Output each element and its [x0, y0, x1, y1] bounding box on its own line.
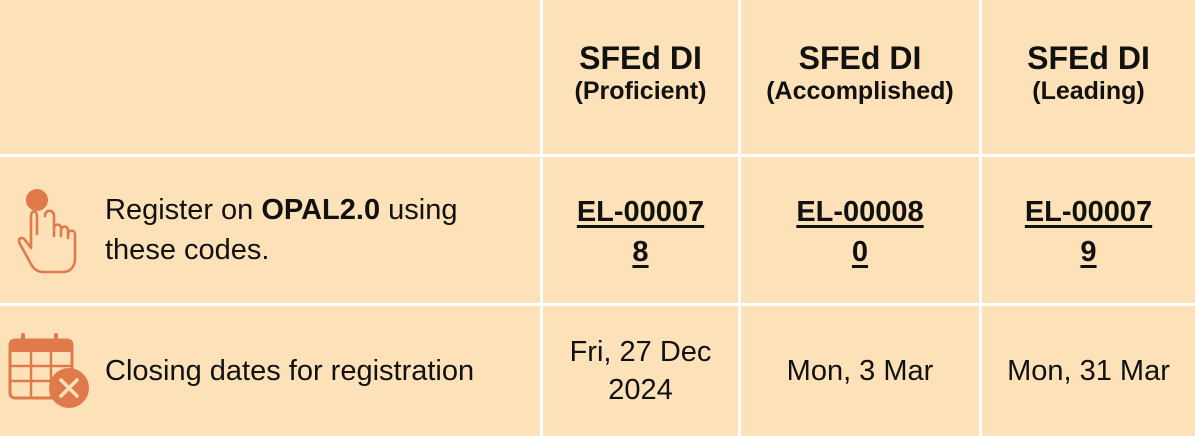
closing-date-accomplished: Mon, 3 Mar [786, 355, 934, 387]
closing-date-leading: Mon, 31 Mar [1007, 355, 1170, 387]
code-link-proficient[interactable]: EL-000078 [576, 188, 706, 272]
code-cell-accomplished: EL-000080 [741, 157, 979, 303]
registration-table: SFEd DI (Proficient) SFEd DI (Accomplish… [0, 0, 1195, 436]
date-cell-leading: Mon, 31 Mar [982, 306, 1195, 436]
closing-date-proficient: Fri, 27 Dec 2024 [569, 336, 712, 406]
code-link-accomplished[interactable]: EL-000080 [795, 188, 925, 272]
header-title: SFEd DI [1027, 40, 1150, 76]
date-cell-accomplished: Mon, 3 Mar [741, 306, 979, 436]
register-label: Register on OPAL2.0 using these codes. [105, 190, 540, 270]
header-title: SFEd DI [579, 40, 702, 76]
header-empty-cell [0, 0, 540, 154]
opal-name: OPAL2.0 [261, 194, 381, 226]
closing-label-cell: Closing dates for registration [0, 306, 540, 436]
code-link-leading[interactable]: EL-000079 [1024, 188, 1154, 272]
header-leading: SFEd DI (Leading) [982, 0, 1195, 154]
register-label-cell: Register on OPAL2.0 using these codes. [0, 157, 540, 303]
register-label-prefix: Register on [105, 194, 262, 226]
code-cell-proficient: EL-000078 [543, 157, 738, 303]
calendar-cancel-icon [0, 330, 100, 412]
header-title: SFEd DI [798, 40, 922, 76]
date-cell-proficient: Fri, 27 Dec 2024 [543, 306, 738, 436]
header-proficient: SFEd DI (Proficient) [543, 0, 738, 154]
header-level: (Leading) [1032, 77, 1145, 105]
closing-label: Closing dates for registration [105, 355, 475, 387]
tap-finger-icon [0, 182, 100, 278]
header-level: (Proficient) [574, 77, 707, 105]
header-accomplished: SFEd DI (Accomplished) [741, 0, 979, 154]
header-level: (Accomplished) [766, 77, 954, 105]
code-cell-leading: EL-000079 [982, 157, 1195, 303]
